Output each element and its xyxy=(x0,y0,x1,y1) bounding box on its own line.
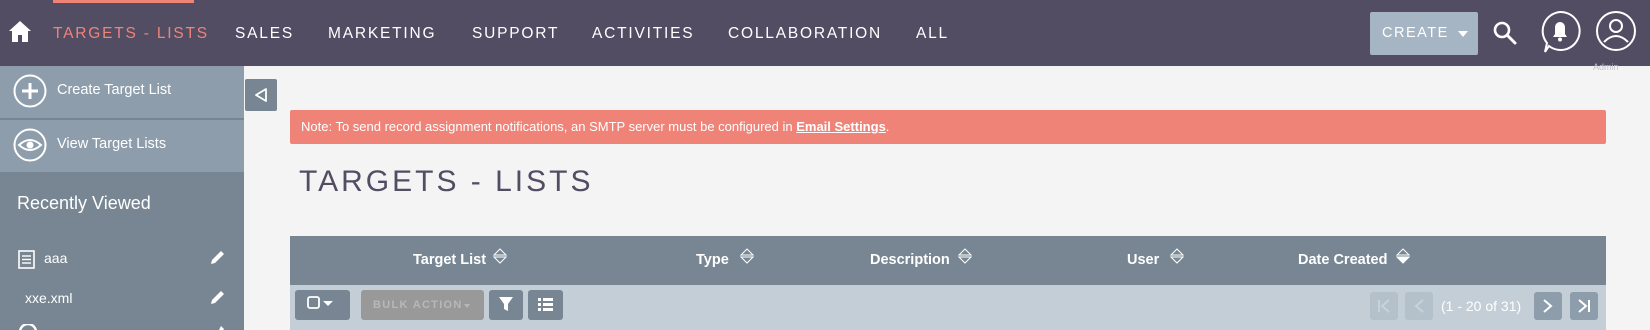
nav-item-sales[interactable]: SALES xyxy=(235,0,294,66)
first-page-icon xyxy=(1378,299,1390,313)
last-page-button[interactable] xyxy=(1570,292,1598,320)
collapse-left-icon xyxy=(255,88,267,102)
notifications-bell-icon[interactable] xyxy=(1539,10,1581,54)
create-button[interactable]: CREATE xyxy=(1370,12,1478,55)
nav-item-support[interactable]: SUPPORT xyxy=(472,0,559,66)
eye-icon xyxy=(13,128,47,162)
nav-item-collaboration[interactable]: COLLABORATION xyxy=(728,0,882,66)
pencil-icon[interactable] xyxy=(209,249,226,266)
user-name-label[interactable]: Admin xyxy=(1593,62,1619,72)
pagination-range: (1 - 20 of 31) xyxy=(1441,298,1522,314)
filter-button[interactable] xyxy=(489,290,523,320)
create-button-label: CREATE xyxy=(1382,25,1449,41)
sort-icon[interactable] xyxy=(958,248,972,264)
chevron-left-icon xyxy=(1414,299,1424,313)
plus-icon xyxy=(13,74,47,108)
pencil-icon[interactable] xyxy=(209,289,226,306)
last-page-icon xyxy=(1578,299,1590,313)
table-header: Target List Type Description User Date C… xyxy=(290,236,1606,285)
column-header-type[interactable]: Type xyxy=(696,236,729,285)
bulk-action-label: BULK ACTION xyxy=(373,299,463,311)
filter-icon xyxy=(499,297,513,311)
sidebar-toggle-button[interactable] xyxy=(245,79,277,111)
alert-suffix: . xyxy=(885,119,890,134)
home-icon[interactable] xyxy=(8,19,32,43)
chevron-right-icon xyxy=(1543,299,1553,313)
sort-icon[interactable] xyxy=(1170,248,1184,264)
chevron-down-icon xyxy=(464,304,470,308)
nav-item-all[interactable]: ALL xyxy=(916,0,949,66)
recent-item-label[interactable]: xxe.xml xyxy=(25,290,72,306)
alert-text: Note: To send record assignment notifica… xyxy=(301,119,797,134)
column-header-user[interactable]: User xyxy=(1127,236,1159,285)
top-navbar: TARGETS - LISTS SALES MARKETING SUPPORT … xyxy=(0,0,1650,66)
view-target-lists-action[interactable]: View Target Lists xyxy=(0,120,244,172)
next-page-button[interactable] xyxy=(1534,292,1562,320)
nav-item-marketing[interactable]: MARKETING xyxy=(328,0,436,66)
column-header-date-created[interactable]: Date Created xyxy=(1298,236,1387,285)
search-icon[interactable] xyxy=(1492,20,1518,46)
sort-descending-icon[interactable] xyxy=(1396,248,1410,264)
partial-icon xyxy=(19,324,37,330)
chevron-down-icon xyxy=(1458,31,1468,37)
recently-viewed-heading: Recently Viewed xyxy=(17,193,151,213)
column-chooser-button[interactable] xyxy=(528,290,563,320)
column-header-target-list[interactable]: Target List xyxy=(413,236,486,285)
select-all-dropdown[interactable] xyxy=(295,290,350,320)
sort-icon[interactable] xyxy=(740,248,754,264)
checkbox-dropdown-icon xyxy=(307,296,333,309)
list-view-icon xyxy=(538,298,553,311)
previous-page-button[interactable] xyxy=(1405,292,1433,320)
user-avatar-icon[interactable] xyxy=(1595,10,1637,52)
create-target-list-action[interactable]: Create Target List xyxy=(0,66,244,118)
sidebar: Create Target List View Target Lists Rec… xyxy=(0,66,244,330)
page-title: TARGETS - LISTS xyxy=(299,165,594,198)
view-target-lists-label: View Target Lists xyxy=(57,136,167,152)
nav-item-activities[interactable]: ACTIVITIES xyxy=(592,0,694,66)
first-page-button[interactable] xyxy=(1370,292,1398,320)
pencil-icon[interactable] xyxy=(209,326,226,330)
sort-icon[interactable] xyxy=(493,248,507,264)
recent-item[interactable]: xxe.xml xyxy=(0,284,244,314)
smtp-alert-banner: Note: To send record assignment notifica… xyxy=(290,110,1606,144)
bulk-action-button[interactable]: BULK ACTION xyxy=(361,290,484,320)
nav-item-targets-lists[interactable]: TARGETS - LISTS xyxy=(53,0,209,66)
column-header-description[interactable]: Description xyxy=(870,236,950,285)
email-settings-link[interactable]: Email Settings xyxy=(796,119,886,134)
list-toolbar: BULK ACTION (1 - 20 of 31) xyxy=(290,285,1606,330)
document-icon xyxy=(18,250,35,269)
create-target-list-label: Create Target List xyxy=(57,82,172,98)
recent-item-label[interactable]: aaa xyxy=(44,250,67,266)
recent-item[interactable]: aaa xyxy=(0,244,244,274)
